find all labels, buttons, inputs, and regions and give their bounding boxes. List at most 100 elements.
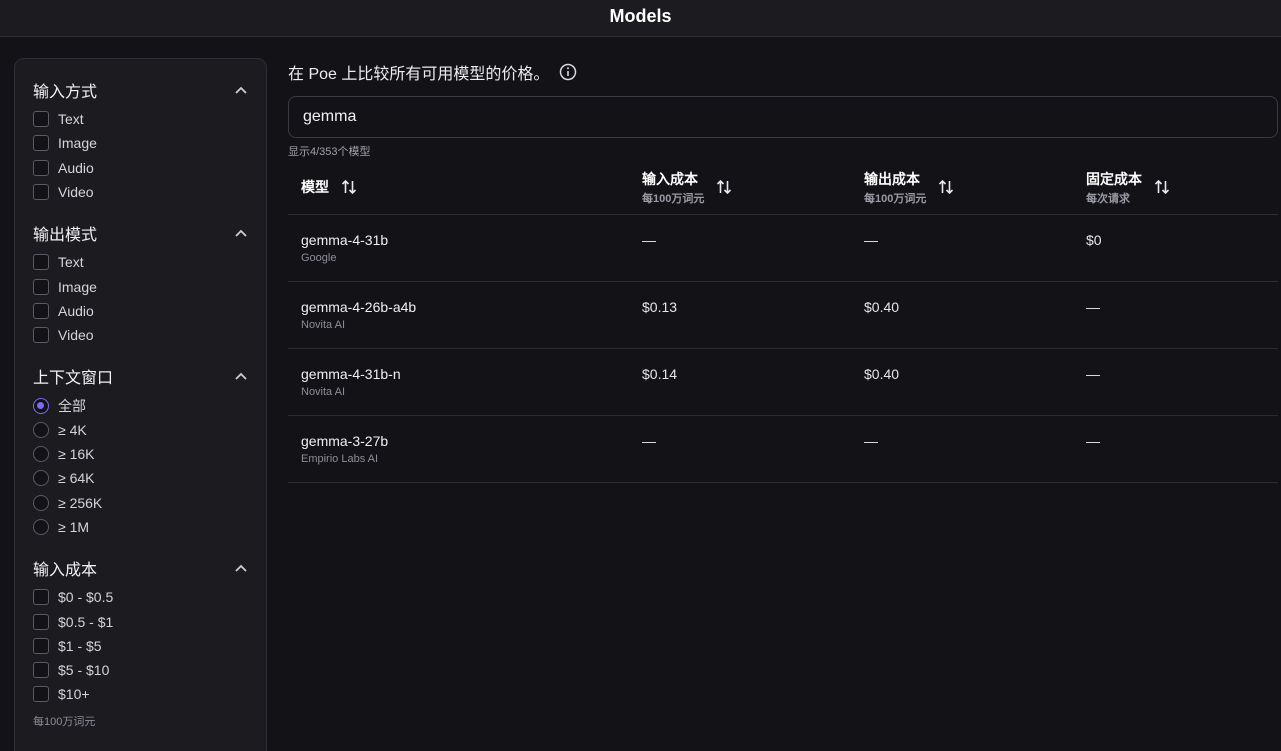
filter-option-label: $1 - $5	[58, 637, 102, 654]
filter-option-1m[interactable]: ≥ 1M	[33, 515, 248, 539]
checkbox[interactable]	[33, 686, 49, 703]
chevron-up-icon[interactable]	[234, 561, 248, 575]
table-row[interactable]: gemma-4-31b-n Novita AI $0.14 $0.40 —	[288, 348, 1278, 416]
filter-option-cost-2[interactable]: $1 - $5	[33, 634, 248, 658]
table-row[interactable]: gemma-3-27b Empirio Labs AI — — —	[288, 415, 1278, 483]
info-icon[interactable]	[559, 63, 577, 81]
filter-sidebar: 输入方式 Text Image Audio Video 输出模式 Text Im…	[14, 58, 267, 751]
model-provider: Novita AI	[301, 385, 346, 398]
filter-option-video[interactable]: Video	[33, 180, 248, 204]
filter-option-image[interactable]: Image	[33, 274, 248, 298]
column-header-label: 模型	[301, 179, 329, 196]
checkbox[interactable]	[33, 589, 49, 606]
radio[interactable]	[33, 446, 49, 463]
filter-option-audio[interactable]: Audio	[33, 156, 248, 180]
sort-arrows-icon[interactable]	[341, 179, 357, 195]
filter-section-context-window: 上下文窗口 全部 ≥ 4K ≥ 16K ≥ 64K ≥ 256K ≥ 1M	[33, 365, 248, 539]
filter-option-label: Audio	[58, 159, 94, 176]
sort-arrows-icon[interactable]	[1154, 179, 1170, 195]
filter-option-all[interactable]: 全部	[33, 393, 248, 417]
filter-option-label: $10+	[58, 686, 90, 703]
filter-option-16k[interactable]: ≥ 16K	[33, 442, 248, 466]
filter-option-label: 全部	[58, 397, 86, 414]
main-content: 在 Poe 上比较所有可用模型的价格。 显示4/353个模型 模型	[288, 58, 1278, 483]
filter-option-label: Text	[58, 111, 84, 128]
checkbox[interactable]	[33, 613, 49, 630]
radio-selected[interactable]	[33, 397, 49, 414]
fixed-cost-cell: —	[1073, 281, 1278, 349]
intro-row: 在 Poe 上比较所有可用模型的价格。	[288, 58, 1278, 86]
checkbox[interactable]	[33, 159, 49, 176]
model-provider: Novita AI	[301, 318, 346, 331]
filter-option-label: Image	[58, 135, 97, 152]
model-provider: Google	[301, 251, 337, 264]
filter-option-audio[interactable]: Audio	[33, 299, 248, 323]
column-header-output-cost[interactable]: 输出成本 每100万词元	[851, 161, 1073, 215]
sort-arrows-icon[interactable]	[938, 179, 954, 195]
model-cell[interactable]: gemma-4-31b-n Novita AI	[288, 348, 629, 416]
input-cost-cell: —	[629, 415, 851, 483]
filter-section-header[interactable]: 输入成本	[33, 557, 248, 579]
filter-section-title: 上下文窗口	[33, 370, 114, 388]
table-header-row: 模型 输入成本 每100万词元 输出成本 每100万词元 固定成本 每次请求	[288, 161, 1278, 215]
model-provider: Empirio Labs AI	[301, 452, 379, 465]
sort-arrows-icon[interactable]	[716, 179, 732, 195]
input-cost-cell: $0.14	[629, 348, 851, 416]
model-cell[interactable]: gemma-4-26b-a4b Novita AI	[288, 281, 629, 349]
table-row[interactable]: gemma-4-26b-a4b Novita AI $0.13 $0.40 —	[288, 281, 1278, 349]
filter-option-cost-4[interactable]: $10+	[33, 682, 248, 706]
filter-option-64k[interactable]: ≥ 64K	[33, 466, 248, 490]
model-cell[interactable]: gemma-3-27b Empirio Labs AI	[288, 415, 629, 483]
filter-option-cost-0[interactable]: $0 - $0.5	[33, 585, 248, 609]
checkbox[interactable]	[33, 637, 49, 654]
filter-section-title: 输出模式	[33, 227, 98, 245]
checkbox[interactable]	[33, 327, 49, 344]
checkbox[interactable]	[33, 254, 49, 271]
output-cost-cell: $0.40	[851, 281, 1073, 349]
model-name[interactable]: gemma-4-31b	[301, 232, 629, 248]
filter-option-cost-3[interactable]: $5 - $10	[33, 658, 248, 682]
filter-option-label: $0.5 - $1	[58, 613, 114, 630]
radio[interactable]	[33, 421, 49, 438]
column-header-fixed-cost[interactable]: 固定成本 每次请求	[1073, 161, 1278, 215]
checkbox[interactable]	[33, 302, 49, 319]
filter-section-header[interactable]: 输入方式	[33, 79, 248, 101]
radio[interactable]	[33, 519, 49, 535]
column-header-input-cost[interactable]: 输入成本 每100万词元	[629, 161, 851, 215]
checkbox[interactable]	[33, 278, 49, 295]
search-input[interactable]	[303, 108, 1263, 126]
checkbox[interactable]	[33, 111, 49, 128]
checkbox[interactable]	[33, 662, 49, 679]
filter-option-cost-1[interactable]: $0.5 - $1	[33, 609, 248, 633]
filter-option-label: Video	[58, 184, 94, 201]
search-field[interactable]	[288, 96, 1278, 138]
chevron-up-icon[interactable]	[234, 226, 248, 240]
filter-option-text[interactable]: Text	[33, 250, 248, 274]
column-header-model[interactable]: 模型	[288, 161, 629, 215]
column-header-label: 输入成本	[642, 170, 698, 187]
filter-section-header[interactable]: 输出模式	[33, 222, 248, 244]
filter-option-text[interactable]: Text	[33, 107, 248, 131]
model-name[interactable]: gemma-4-31b-n	[301, 366, 629, 382]
filter-option-256k[interactable]: ≥ 256K	[33, 491, 248, 515]
page-title: Models	[609, 5, 672, 26]
cost-unit-note: 每100万词元	[33, 715, 96, 728]
model-name[interactable]: gemma-3-27b	[301, 433, 629, 449]
model-name[interactable]: gemma-4-26b-a4b	[301, 299, 629, 315]
chevron-up-icon[interactable]	[234, 83, 248, 97]
chevron-up-icon[interactable]	[234, 369, 248, 383]
filter-section-input-cost: 输入成本 $0 - $0.5 $0.5 - $1 $1 - $5 $5 - $1…	[33, 557, 248, 728]
checkbox[interactable]	[33, 184, 49, 201]
checkbox[interactable]	[33, 135, 49, 152]
filter-option-4k[interactable]: ≥ 4K	[33, 418, 248, 442]
radio[interactable]	[33, 470, 49, 487]
filter-option-image[interactable]: Image	[33, 131, 248, 155]
column-header-sublabel: 每次请求	[1086, 192, 1130, 205]
filter-option-label: $5 - $10	[58, 662, 110, 679]
filter-option-video[interactable]: Video	[33, 323, 248, 347]
radio[interactable]	[33, 494, 49, 511]
filter-section-header[interactable]: 上下文窗口	[33, 365, 248, 387]
model-cell[interactable]: gemma-4-31b Google	[288, 214, 629, 282]
filter-option-label: ≥ 256K	[58, 494, 103, 511]
table-row[interactable]: gemma-4-31b Google — — $0	[288, 214, 1278, 282]
